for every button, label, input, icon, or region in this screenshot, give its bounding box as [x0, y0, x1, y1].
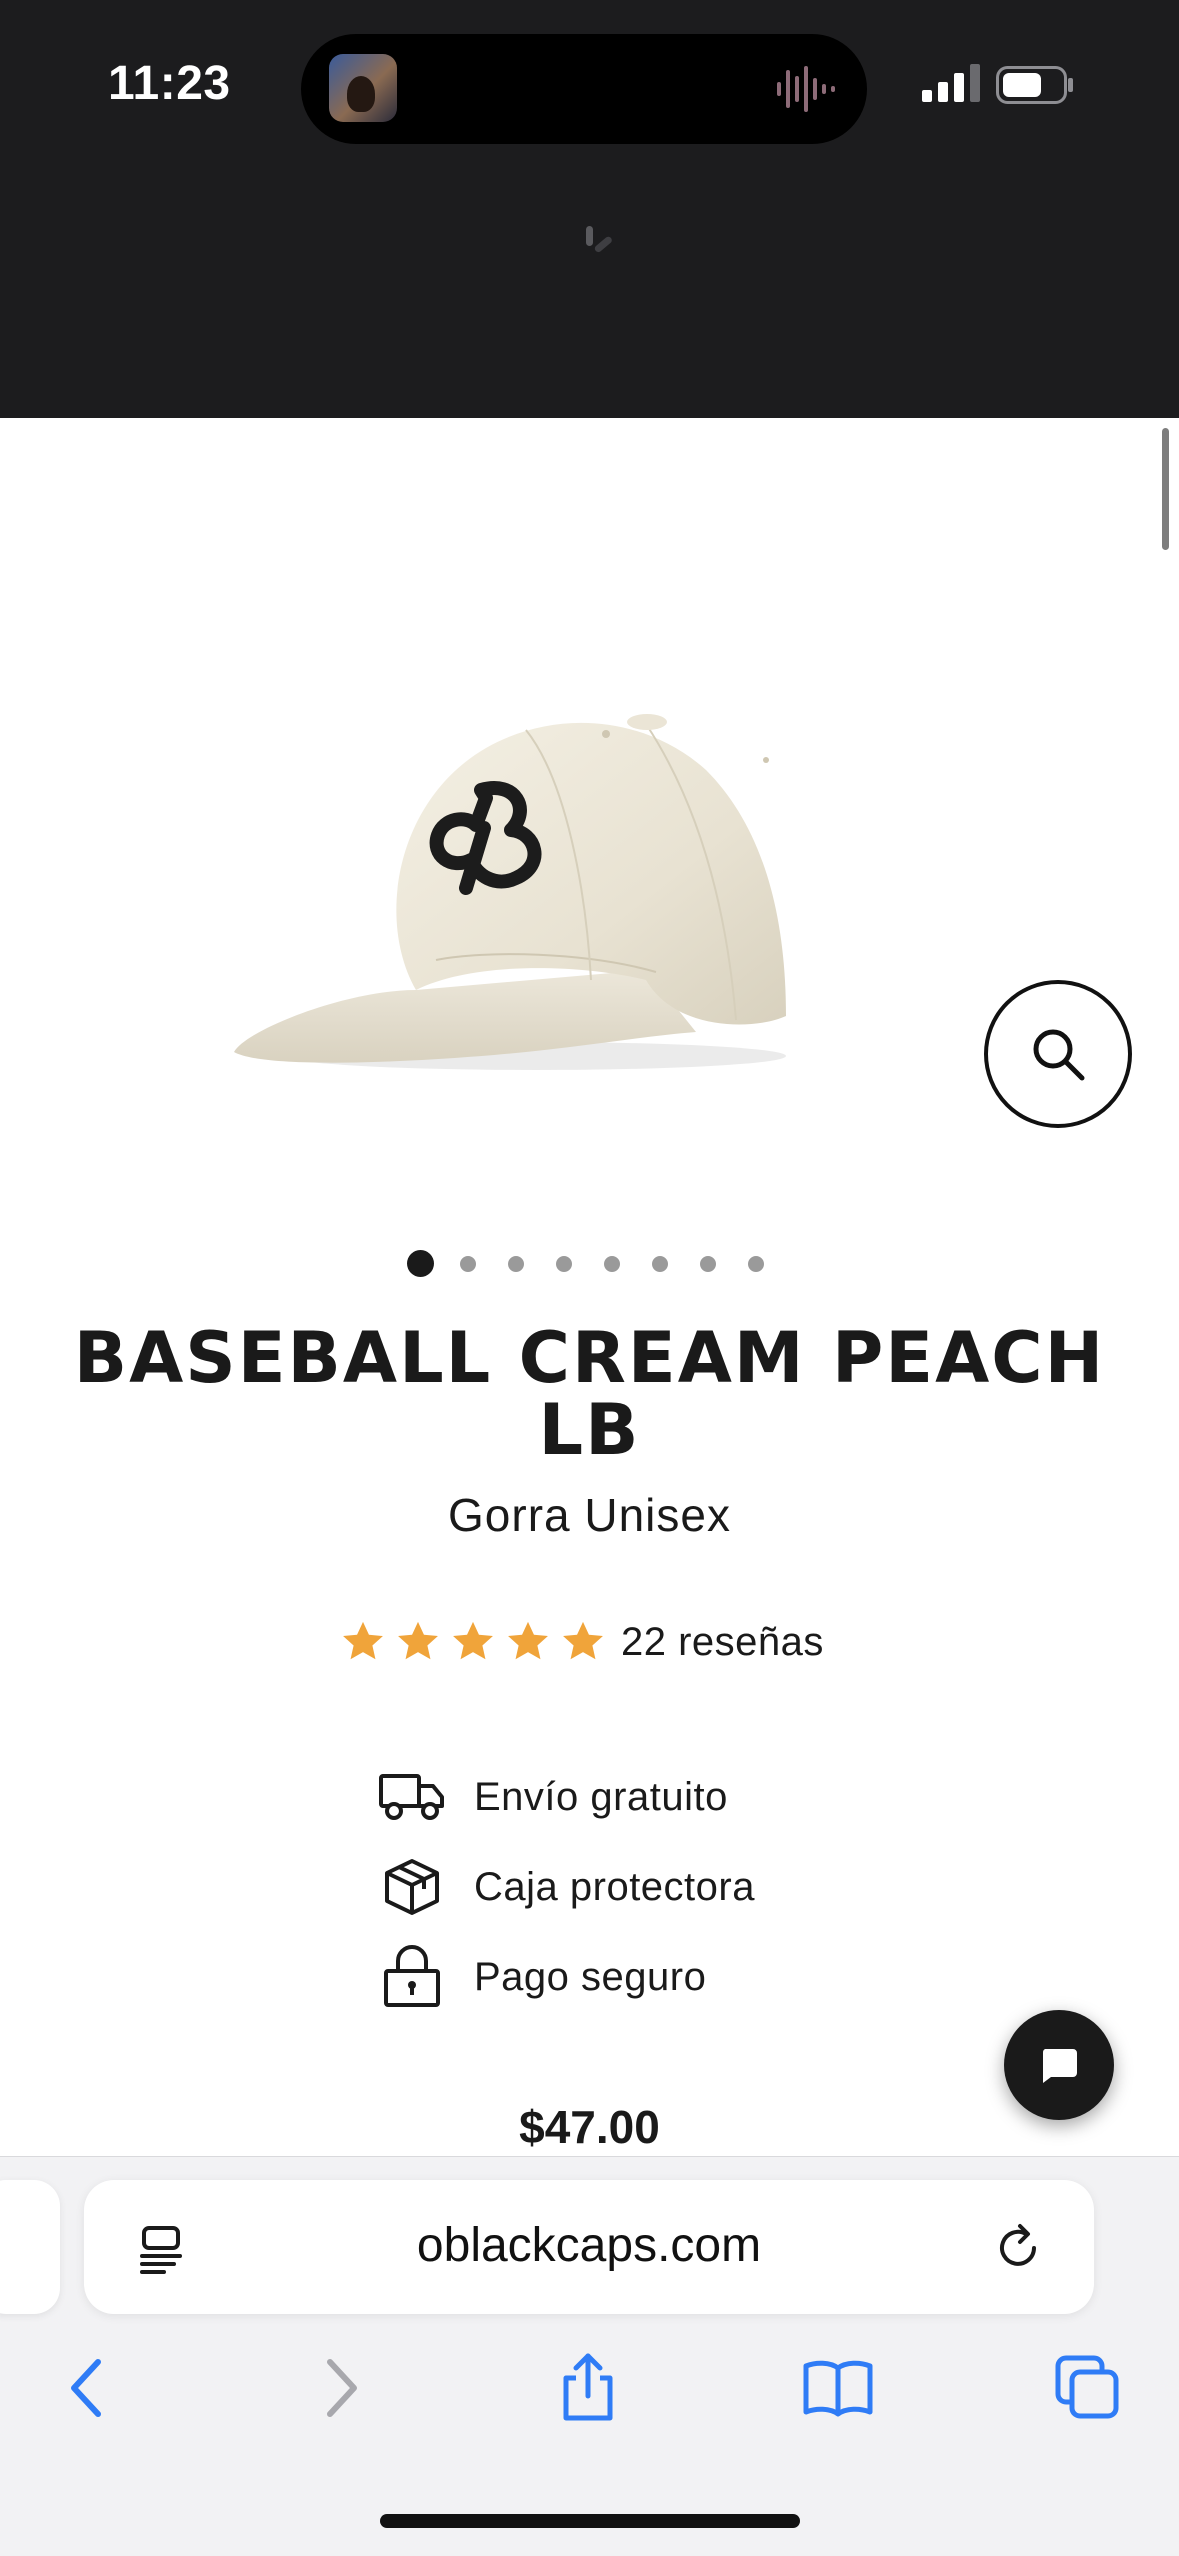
product-subtitle: Gorra Unisex — [448, 1489, 731, 1541]
rating-stars — [340, 1619, 615, 1665]
address-bar[interactable]: oblackcaps.com — [84, 2180, 1094, 2314]
star-icon — [343, 1621, 383, 1660]
back-button[interactable] — [46, 2348, 126, 2428]
feature-item: Envío gratuito — [378, 1752, 755, 1842]
box-icon — [378, 1853, 446, 1921]
forward-icon — [327, 2359, 357, 2417]
page-scrollbar[interactable] — [1162, 428, 1169, 550]
star-icon — [453, 1621, 493, 1660]
home-indicator[interactable] — [380, 2514, 800, 2528]
back-icon — [71, 2359, 101, 2417]
feature-label: Envío gratuito — [474, 1774, 728, 1819]
tabs-icon — [1055, 2355, 1119, 2419]
carousel-dot[interactable] — [652, 1255, 668, 1272]
carousel-dot[interactable] — [508, 1255, 524, 1272]
audio-waveform-icon — [777, 66, 835, 112]
loading-indicator-icon — [586, 226, 612, 253]
star-icon — [563, 1621, 603, 1660]
features-list: Envío gratuito Caja protectora Pago segu… — [378, 1752, 755, 2022]
carousel-dot-active[interactable] — [407, 1250, 434, 1277]
bookmarks-button[interactable] — [798, 2348, 878, 2428]
share-button[interactable] — [548, 2348, 628, 2428]
share-icon — [563, 2353, 613, 2421]
previous-tab-peek[interactable] — [0, 2180, 60, 2314]
dynamic-island[interactable] — [301, 34, 867, 144]
forward-button[interactable] — [302, 2348, 382, 2428]
carousel-dot[interactable] — [700, 1255, 716, 1272]
status-time: 11:23 — [108, 57, 231, 110]
star-icon — [508, 1621, 548, 1660]
feature-item: Caja protectora — [378, 1842, 755, 1932]
carousel-dot[interactable] — [556, 1255, 572, 1272]
product-rating[interactable]: 22 reseñas — [340, 1612, 824, 1672]
product-title: BASEBALL CREAM PEACH LB — [73, 1317, 1106, 1471]
battery-icon — [996, 66, 1073, 104]
product-price: $47.00 — [519, 2101, 660, 2153]
chat-bubble-icon — [1042, 2049, 1077, 2083]
reload-icon[interactable] — [990, 2220, 1046, 2276]
url-text[interactable]: oblackcaps.com — [84, 2218, 1094, 2273]
cellular-signal-icon — [922, 64, 980, 102]
carousel-dot[interactable] — [460, 1255, 476, 1272]
chat-button[interactable] — [1004, 2010, 1114, 2120]
zoom-button[interactable] — [984, 980, 1132, 1128]
star-icon — [398, 1621, 438, 1660]
bookmarks-icon — [803, 2360, 873, 2417]
lock-icon — [378, 1943, 446, 2011]
feature-label: Caja protectora — [474, 1864, 755, 1909]
search-icon — [1033, 1029, 1085, 1081]
feature-item: Pago seguro — [378, 1932, 755, 2022]
carousel-dot[interactable] — [748, 1255, 764, 1272]
reviews-count[interactable]: 22 reseñas — [621, 1620, 824, 1665]
status-bar-area: 11:23 — [0, 0, 1179, 418]
carousel-dot[interactable] — [604, 1255, 620, 1272]
product-image[interactable] — [226, 660, 866, 1080]
image-carousel-dots[interactable] — [407, 1250, 796, 1277]
now-playing-art — [329, 54, 397, 122]
feature-label: Pago seguro — [474, 1954, 707, 1999]
tabs-button[interactable] — [1048, 2348, 1128, 2428]
truck-icon — [378, 1763, 446, 1831]
